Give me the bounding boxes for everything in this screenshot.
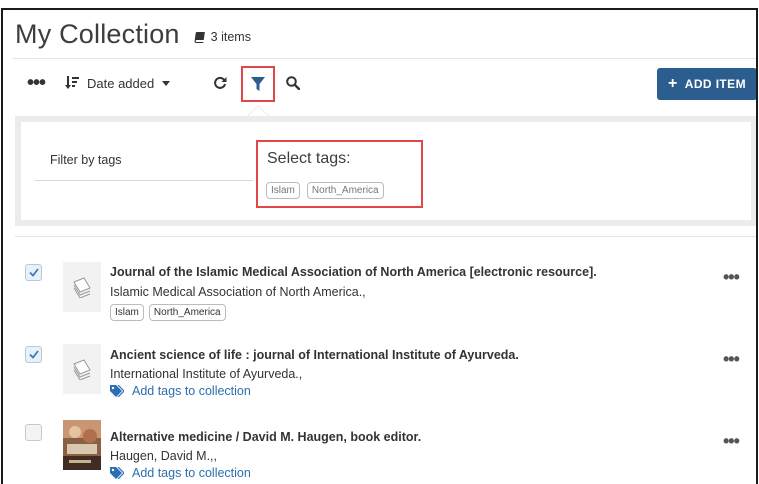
item-title[interactable]: Ancient science of life : journal of Int… bbox=[110, 348, 519, 362]
add-item-label: ADD ITEM bbox=[684, 77, 746, 91]
list-item: Journal of the Islamic Medical Associati… bbox=[3, 256, 756, 326]
tag-option-islam[interactable]: Islam bbox=[266, 182, 300, 199]
item-more-button[interactable]: ••• bbox=[723, 432, 740, 450]
item-author: International Institute of Ayurveda., bbox=[110, 367, 303, 381]
tag-options: Islam North_America bbox=[266, 182, 391, 199]
filter-popover-arrow bbox=[247, 105, 269, 116]
filter-by-tags-label: Filter by tags bbox=[50, 153, 122, 167]
title-divider bbox=[13, 58, 756, 59]
select-tags-box: Select tags: Islam North_America bbox=[256, 140, 423, 208]
more-options-button[interactable]: ••• bbox=[25, 66, 47, 100]
sort-label: Date added bbox=[87, 75, 155, 91]
book-icon bbox=[194, 32, 205, 43]
item-count: 3 items bbox=[194, 30, 251, 44]
checkmark-icon bbox=[28, 350, 39, 359]
page-title: My Collection bbox=[15, 18, 180, 49]
search-button[interactable] bbox=[283, 66, 303, 100]
filter-panel: Filter by tags Select tags: Islam North_… bbox=[15, 116, 756, 226]
tag-option-north-america[interactable]: North_America bbox=[306, 182, 384, 199]
ellipsis-icon: ••• bbox=[26, 72, 46, 94]
book-cover-image bbox=[63, 420, 101, 470]
select-tags-title: Select tags: bbox=[267, 150, 351, 167]
list-item: Alternative medicine / David M. Haugen, … bbox=[3, 416, 756, 484]
item-cover-image[interactable] bbox=[63, 420, 101, 470]
toolbar: ••• Date added bbox=[21, 66, 756, 102]
checkmark-icon bbox=[28, 268, 39, 277]
chevron-down-icon bbox=[162, 80, 171, 86]
item-more-button[interactable]: ••• bbox=[723, 268, 740, 286]
item-count-label: 3 items bbox=[210, 30, 251, 44]
item-author: Islamic Medical Association of North Ame… bbox=[110, 285, 366, 299]
item-author: Haugen, David M.,, bbox=[110, 449, 217, 463]
refresh-button[interactable] bbox=[210, 66, 230, 100]
filter-button[interactable] bbox=[241, 66, 275, 102]
add-item-button[interactable]: + ADD ITEM bbox=[657, 68, 756, 100]
refresh-icon bbox=[214, 76, 227, 89]
add-tags-link[interactable]: Add tags to collection bbox=[110, 384, 251, 398]
item-checkbox[interactable] bbox=[25, 264, 42, 281]
item-thumbnail[interactable] bbox=[63, 344, 101, 394]
item-more-button[interactable]: ••• bbox=[723, 350, 740, 368]
document-icon bbox=[73, 277, 91, 298]
item-title[interactable]: Journal of the Islamic Medical Associati… bbox=[110, 265, 597, 279]
add-tags-label: Add tags to collection bbox=[132, 466, 251, 480]
collection-panel: My Collection 3 items ••• Date added + A… bbox=[1, 8, 758, 484]
item-thumbnail[interactable] bbox=[63, 262, 101, 312]
add-tags-link[interactable]: Add tags to collection bbox=[110, 466, 251, 480]
item-checkbox[interactable] bbox=[25, 346, 42, 363]
sort-icon bbox=[65, 76, 79, 89]
filter-icon bbox=[251, 76, 265, 91]
item-title[interactable]: Alternative medicine / David M. Haugen, … bbox=[110, 430, 421, 444]
tag-icon bbox=[110, 385, 124, 397]
filter-label-underline bbox=[35, 180, 253, 181]
item-tag[interactable]: Islam bbox=[110, 304, 144, 321]
add-tags-label: Add tags to collection bbox=[132, 384, 251, 398]
item-tag[interactable]: North_America bbox=[148, 304, 226, 321]
item-checkbox[interactable] bbox=[25, 424, 42, 441]
tag-icon bbox=[110, 467, 124, 479]
document-icon bbox=[73, 359, 91, 380]
search-icon bbox=[286, 76, 300, 90]
list-divider bbox=[15, 236, 756, 237]
plus-icon: + bbox=[668, 75, 678, 92]
item-tags: Islam North_America bbox=[110, 304, 231, 321]
title-row: My Collection 3 items bbox=[15, 14, 251, 54]
sort-dropdown[interactable]: Date added bbox=[65, 66, 195, 100]
list-item: Ancient science of life : journal of Int… bbox=[3, 340, 756, 410]
